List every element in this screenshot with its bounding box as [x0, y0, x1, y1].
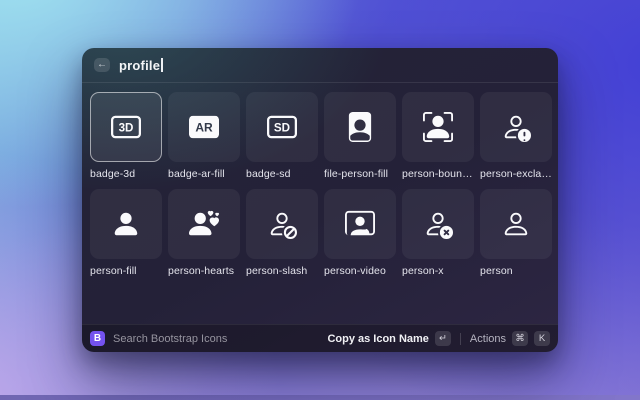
footer-app-label: Search Bootstrap Icons [113, 333, 227, 345]
grid-item-person-fill: person-fill [90, 189, 162, 277]
actions-button[interactable]: Actions [470, 333, 506, 345]
person-x-icon [423, 209, 453, 239]
file-person-fill-cell[interactable] [324, 92, 396, 162]
cmd-keycap-icon: ⌘ [512, 331, 528, 346]
icon-label: file-person-fill [324, 168, 396, 180]
grid-item-person-x: person-x [402, 189, 474, 277]
grid-item-person: person [480, 189, 552, 277]
badge-sd-cell[interactable]: SD [246, 92, 318, 162]
svg-text:SD: SD [274, 121, 290, 134]
person-video-icon [345, 209, 375, 239]
search-input[interactable]: profile [119, 58, 163, 73]
person-fill-cell[interactable] [90, 189, 162, 259]
icon-label: person-exclamation [480, 168, 552, 180]
grid-item-badge-sd: SD badge-sd [246, 92, 318, 180]
person-x-cell[interactable] [402, 189, 474, 259]
person-slash-cell[interactable] [246, 189, 318, 259]
k-keycap-icon: K [534, 331, 550, 346]
grid-item-person-video: person-video [324, 189, 396, 277]
person-slash-icon [267, 209, 297, 239]
footer-divider [460, 333, 461, 345]
text-caret [161, 58, 163, 72]
person-icon [501, 209, 531, 239]
icon-label: person-x [402, 265, 474, 277]
back-arrow-icon: ← [97, 60, 107, 70]
icon-label: person-hearts [168, 265, 240, 277]
badge-ar-fill-cell[interactable]: AR [168, 92, 240, 162]
file-person-fill-icon [345, 112, 375, 142]
return-keycap-icon: ↵ [435, 331, 451, 346]
person-hearts-icon [189, 209, 219, 239]
icon-label: person-bounding-box [402, 168, 474, 180]
person-hearts-cell[interactable] [168, 189, 240, 259]
person-bounding-box-cell[interactable] [402, 92, 474, 162]
badge-3d-cell[interactable]: 3D [90, 92, 162, 162]
icon-search-window: ← profile 3D badge-3d AR badge-ar-fill S… [82, 48, 558, 352]
grid-item-badge-3d: 3D badge-3d [90, 92, 162, 180]
icon-label: badge-sd [246, 168, 318, 180]
badge-ar-fill-icon: AR [189, 112, 219, 142]
icon-label: person [480, 265, 552, 277]
badge-sd-icon: SD [267, 112, 297, 142]
grid-item-person-hearts: person-hearts [168, 189, 240, 277]
search-query-text: profile [119, 58, 160, 73]
svg-text:3D: 3D [119, 121, 134, 134]
copy-as-icon-name-button[interactable]: Copy as Icon Name [327, 333, 428, 345]
footer-actions: Copy as Icon Name ↵ Actions ⌘ K [327, 331, 550, 346]
grid-item-person-slash: person-slash [246, 189, 318, 277]
person-exclamation-icon [501, 112, 531, 142]
grid-item-person-bounding-box: person-bounding-box [402, 92, 474, 180]
icon-label: person-video [324, 265, 396, 277]
icon-label: person-slash [246, 265, 318, 277]
person-cell[interactable] [480, 189, 552, 259]
icon-label: person-fill [90, 265, 162, 277]
person-fill-icon [111, 209, 141, 239]
grid-item-person-exclamation: person-exclamation [480, 92, 552, 180]
person-exclamation-cell[interactable] [480, 92, 552, 162]
icon-grid: 3D badge-3d AR badge-ar-fill SD badge-sd… [82, 83, 558, 324]
icon-label: badge-ar-fill [168, 168, 240, 180]
grid-item-file-person-fill: file-person-fill [324, 92, 396, 180]
icon-label: badge-3d [90, 168, 162, 180]
wallpaper-bottom-edge [0, 395, 640, 400]
person-video-cell[interactable] [324, 189, 396, 259]
back-button[interactable]: ← [94, 58, 110, 72]
bootstrap-logo-icon: B [90, 331, 105, 346]
grid-item-badge-ar-fill: AR badge-ar-fill [168, 92, 240, 180]
person-bounding-box-icon [423, 112, 453, 142]
search-bar: ← profile [82, 48, 558, 83]
badge-3d-icon: 3D [111, 112, 141, 142]
footer-bar: B Search Bootstrap Icons Copy as Icon Na… [82, 324, 558, 352]
